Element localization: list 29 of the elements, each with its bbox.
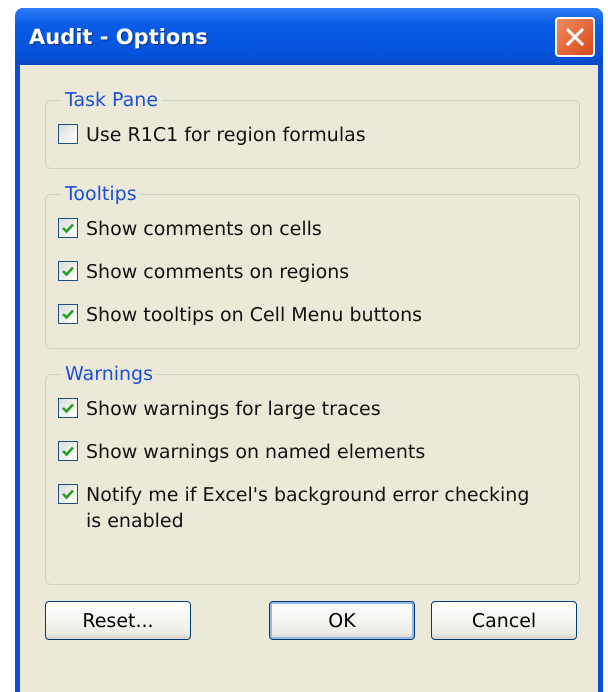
checkbox[interactable] [58, 484, 78, 504]
group-title: Tooltips [64, 183, 138, 205]
checkbox[interactable] [58, 398, 78, 418]
checkbox[interactable] [58, 124, 78, 144]
checkbox[interactable] [58, 218, 78, 238]
checkbox-label: Show comments on regions [86, 260, 350, 285]
dialog-button[interactable]: Reset... [45, 601, 191, 640]
checkbox-label: Notify me if Excel's background error checking is enabled [86, 483, 530, 534]
checkbox-label: Show warnings for large traces [86, 397, 381, 422]
window-title: Audit - Options [29, 24, 208, 48]
dialog-button[interactable]: OK [269, 601, 415, 640]
check-icon [61, 401, 75, 415]
close-button[interactable] [555, 16, 595, 56]
checkbox-label: Show tooltips on Cell Menu buttons [86, 303, 422, 328]
check-icon [61, 307, 75, 321]
check-icon [61, 264, 75, 278]
dialog-button[interactable]: Cancel [431, 601, 577, 640]
check-icon [61, 444, 75, 458]
checkbox-label: Show warnings on named elements [86, 440, 426, 465]
checkbox[interactable] [58, 304, 78, 324]
checkbox[interactable] [58, 441, 78, 461]
checkbox-label: Use R1C1 for region formulas [86, 123, 366, 148]
check-icon [61, 221, 75, 235]
group-title: Warnings [64, 363, 154, 385]
close-icon [565, 26, 585, 46]
checkbox[interactable] [58, 261, 78, 281]
group-title: Task Pane [64, 89, 160, 111]
checkbox-label: Show comments on cells [86, 217, 322, 242]
check-icon [61, 487, 75, 501]
